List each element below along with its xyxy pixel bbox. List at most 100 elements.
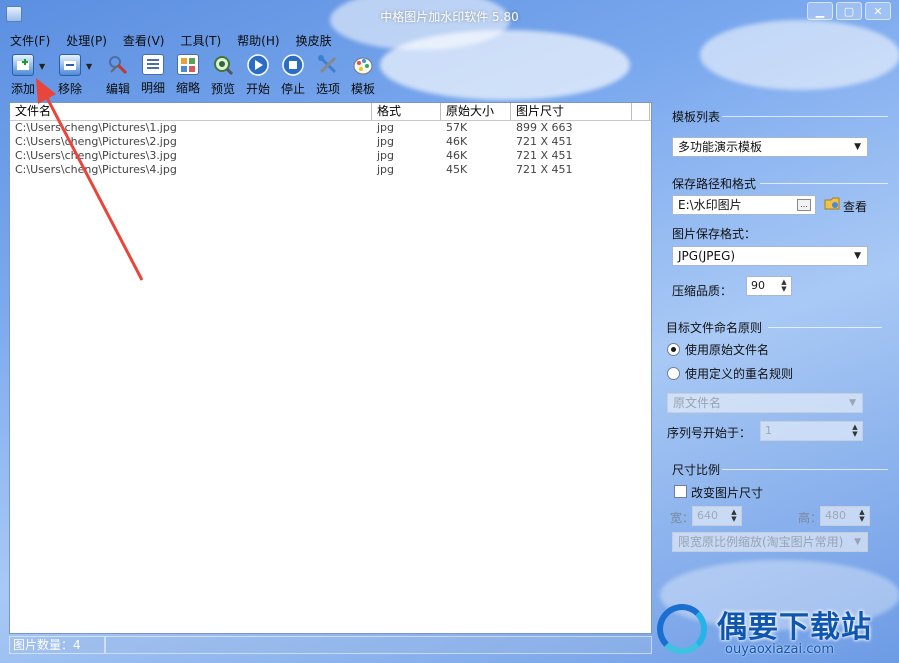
resize-label[interactable]: 改变图片尺寸	[691, 484, 763, 501]
format-select[interactable]: JPG(JPEG) ▼	[672, 246, 868, 266]
cell-size: 46K	[446, 135, 468, 148]
width-value: 640	[697, 509, 718, 522]
menu-help[interactable]: 帮助(H)	[235, 32, 281, 49]
cell-size: 46K	[446, 149, 468, 162]
preview-icon	[212, 54, 234, 76]
preview-button-label: 预览	[210, 82, 235, 96]
start-button[interactable]: 开始	[242, 52, 274, 96]
edit-button[interactable]: 编辑	[102, 52, 134, 96]
options-button[interactable]: 选项	[312, 52, 344, 96]
height-stepper[interactable]: 480 ▲ ▼	[820, 506, 870, 526]
quality-stepper[interactable]: 90 ▲ ▼	[746, 276, 792, 296]
table-row[interactable]: C:\Users\cheng\Pictures\3.jpg jpg 46K 72…	[10, 149, 651, 163]
stepper-arrows-icon[interactable]: ▲ ▼	[729, 509, 739, 523]
use-custom-rule-radio[interactable]	[667, 367, 680, 380]
divider	[722, 469, 888, 470]
cell-filename: C:\Users\cheng\Pictures\1.jpg	[15, 121, 177, 134]
table-row[interactable]: C:\Users\cheng\Pictures\1.jpg jpg 57K 89…	[10, 121, 651, 135]
cell-format: jpg	[377, 135, 395, 148]
site-watermark: 偶要下载站 ouyaoxiazai.com	[655, 600, 895, 660]
template-select-value: 多功能演示模板	[678, 140, 763, 154]
remove-button[interactable]: 移除 ▼	[55, 52, 99, 96]
column-header-filename[interactable]: 文件名	[10, 103, 372, 120]
template-list-title: 模板列表	[672, 110, 721, 124]
stop-icon	[282, 54, 304, 76]
detail-view-label: 明细	[140, 81, 165, 95]
column-header-filler	[632, 103, 650, 120]
divider	[760, 183, 888, 184]
stepper-arrows-icon[interactable]: ▲ ▼	[850, 424, 860, 438]
chevron-down-icon[interactable]: ▼	[86, 62, 92, 71]
menu-process[interactable]: 处理(P)	[64, 32, 109, 49]
cell-format: jpg	[377, 149, 395, 162]
cell-filename: C:\Users\cheng\Pictures\3.jpg	[15, 149, 177, 162]
title-bar: 中格图片加水印软件 5.80 ▁ ▢ ✕	[0, 0, 899, 30]
scale-mode-select[interactable]: 限宽原比例缩放(淘宝图片常用) ▼	[672, 532, 868, 552]
chevron-down-icon: ▼	[849, 398, 856, 408]
cell-dimensions: 721 X 451	[516, 163, 573, 176]
column-header-dimensions[interactable]: 图片尺寸	[511, 103, 632, 120]
chevron-down-icon[interactable]: ▼	[39, 62, 45, 71]
template-icon	[352, 54, 374, 76]
sky-cloud	[700, 20, 899, 90]
cell-dimensions: 899 X 663	[516, 121, 573, 134]
template-select[interactable]: 多功能演示模板 ▼	[672, 137, 868, 157]
size-ratio-title: 尺寸比例	[672, 463, 721, 477]
add-button-label: 添加	[10, 82, 35, 96]
stepper-arrows-icon[interactable]: ▲ ▼	[779, 279, 789, 293]
add-button[interactable]: 添加 ▼	[8, 52, 52, 96]
view-button[interactable]: 查看	[843, 198, 867, 215]
stop-button[interactable]: 停止	[277, 52, 309, 96]
stepper-arrows-icon[interactable]: ▲ ▼	[857, 509, 867, 523]
edit-icon	[107, 54, 129, 76]
width-stepper[interactable]: 640 ▲ ▼	[692, 506, 742, 526]
format-select-value: JPG(JPEG)	[678, 249, 736, 263]
use-custom-rule-label[interactable]: 使用定义的重名规则	[685, 365, 793, 382]
folder-view-icon[interactable]	[824, 195, 840, 211]
thumbnail-view-label: 缩略	[175, 81, 200, 95]
maximize-button[interactable]: ▢	[836, 2, 862, 20]
cell-filename: C:\Users\cheng\Pictures\4.jpg	[15, 163, 177, 176]
file-list-header: 文件名 格式 原始大小 图片尺寸	[10, 103, 651, 121]
save-path-title: 保存路径和格式	[672, 177, 757, 191]
close-button[interactable]: ✕	[865, 2, 891, 20]
minimize-button[interactable]: ▁	[807, 2, 833, 20]
column-header-format[interactable]: 格式	[372, 103, 441, 120]
serial-start-stepper[interactable]: 1 ▲ ▼	[760, 421, 863, 441]
use-original-name-radio[interactable]	[667, 343, 680, 356]
template-button[interactable]: 模板	[347, 52, 379, 96]
save-path-value: E:\水印图片	[678, 198, 742, 212]
divider	[722, 116, 888, 117]
toolbar: 添加 ▼ 移除 ▼ 编辑 明细 缩略 预览 开始 停止 选项 模板	[8, 52, 382, 96]
browse-button[interactable]: ...	[797, 199, 811, 211]
format-label: 图片保存格式：	[672, 227, 757, 241]
menu-tools[interactable]: 工具(T)	[178, 32, 223, 49]
table-row[interactable]: C:\Users\cheng\Pictures\4.jpg jpg 45K 72…	[10, 163, 651, 177]
watermark-url: ouyaoxiazai.com	[725, 642, 834, 657]
naming-rule-title: 目标文件命名原则	[666, 321, 763, 335]
use-original-name-label[interactable]: 使用原始文件名	[685, 341, 769, 358]
detail-view-button[interactable]: 明细	[137, 52, 169, 96]
detail-view-icon	[142, 54, 164, 75]
menu-view[interactable]: 查看(V)	[121, 32, 167, 49]
preview-button[interactable]: 预览	[207, 52, 239, 96]
file-list[interactable]: 文件名 格式 原始大小 图片尺寸 C:\Users\cheng\Pictures…	[9, 102, 652, 634]
height-value: 480	[825, 509, 846, 522]
menu-skin[interactable]: 换皮肤	[294, 32, 334, 49]
width-label: 宽：	[670, 511, 695, 525]
site-logo-icon	[657, 604, 707, 654]
chevron-down-icon: ▼	[854, 537, 861, 547]
cell-dimensions: 721 X 451	[516, 149, 573, 162]
naming-rule-select[interactable]: 原文件名 ▼	[667, 393, 863, 413]
cell-size: 57K	[446, 121, 468, 134]
resize-checkbox[interactable]	[674, 485, 687, 498]
height-label: 高：	[798, 511, 823, 525]
thumbnail-view-button[interactable]: 缩略	[172, 52, 204, 96]
options-icon	[317, 54, 339, 76]
start-button-label: 开始	[245, 82, 270, 96]
column-header-original-size[interactable]: 原始大小	[441, 103, 511, 120]
cell-format: jpg	[377, 121, 395, 134]
save-path-field[interactable]: E:\水印图片 ...	[672, 195, 816, 215]
table-row[interactable]: C:\Users\cheng\Pictures\2.jpg jpg 46K 72…	[10, 135, 651, 149]
menu-file[interactable]: 文件(F)	[8, 32, 52, 49]
